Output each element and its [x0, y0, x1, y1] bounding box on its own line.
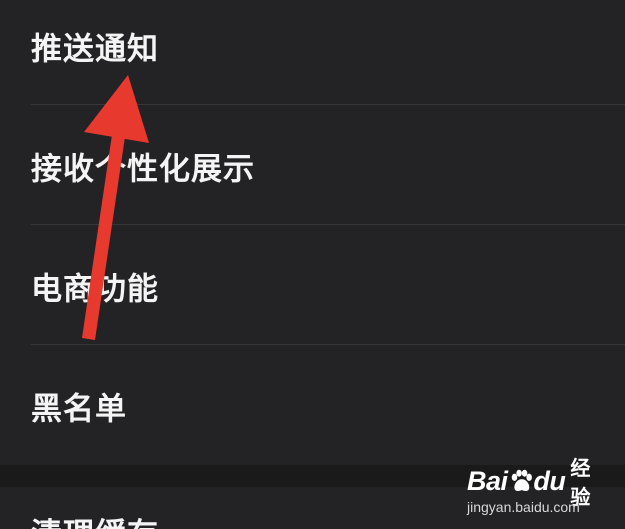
watermark-url: jingyan.baidu.com — [467, 499, 580, 515]
divider — [31, 224, 625, 225]
settings-item-label: 推送通知 — [31, 31, 159, 67]
paw-icon — [511, 469, 532, 491]
settings-item-ecommerce[interactable]: 电商功能 — [0, 226, 625, 345]
settings-item-label: 接收个性化展示 — [31, 151, 255, 187]
baidu-logo: Bai du 经验 — [467, 456, 607, 509]
divider — [31, 344, 625, 345]
settings-list: 推送通知 接收个性化展示 电商功能 黑名单 清理缓存 — [0, 0, 625, 529]
settings-item-label: 电商功能 — [31, 271, 159, 307]
settings-item-label: 清理缓存 — [31, 509, 159, 529]
settings-item-label: 黑名单 — [31, 391, 127, 427]
baidu-jingyan-watermark: Bai du 经验 jingyan.baidu.com — [467, 456, 607, 521]
settings-item-blacklist[interactable]: 黑名单 — [0, 346, 625, 465]
logo-text-du: du — [533, 465, 566, 496]
settings-item-personalized-display[interactable]: 接收个性化展示 — [0, 106, 625, 225]
settings-item-push-notifications[interactable]: 推送通知 — [0, 0, 625, 105]
logo-text-bai: Bai — [467, 465, 508, 496]
divider — [31, 104, 625, 105]
